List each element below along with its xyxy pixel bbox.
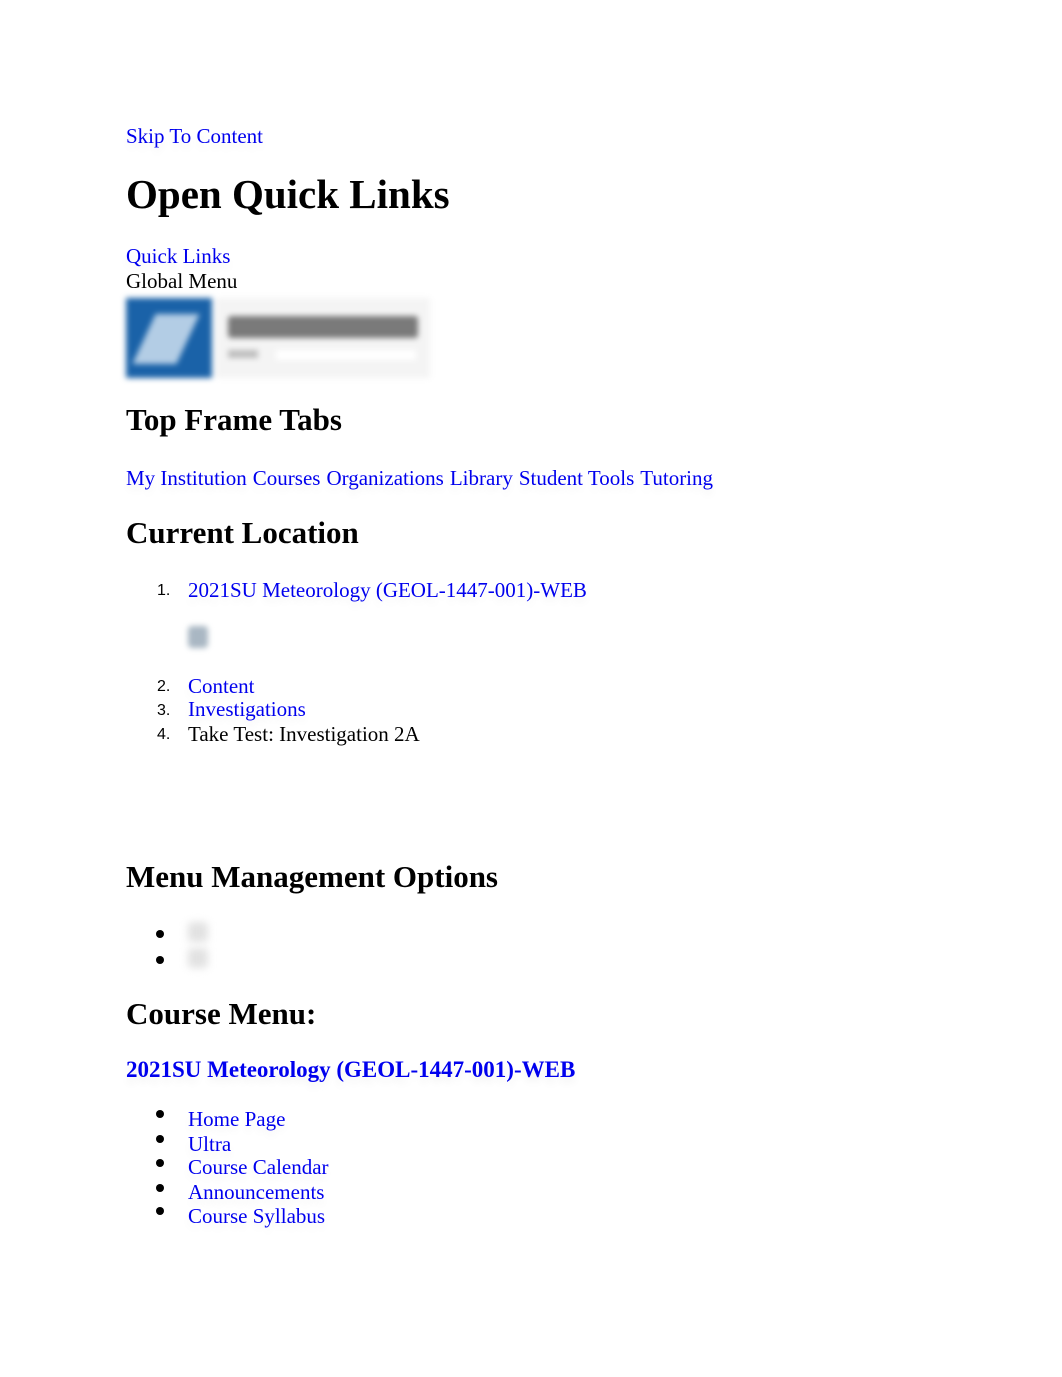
logo-mark [126, 298, 212, 378]
course-menu-item-course-calendar[interactable]: Course Calendar [188, 1155, 329, 1179]
course-menu-item-ultra[interactable]: Ultra [188, 1132, 231, 1156]
bullet [156, 930, 164, 938]
breadcrumb-investigations-link[interactable]: Investigations [188, 697, 306, 721]
logo-text [216, 298, 430, 378]
show-course-menu-icon[interactable] [188, 922, 208, 942]
hide-course-menu-icon[interactable] [188, 948, 208, 968]
breadcrumb-number: 2. [157, 678, 171, 695]
quick-links-heading: Open Quick Links [126, 171, 450, 217]
breadcrumb-current-page: Take Test: Investigation 2A [188, 722, 420, 746]
tab-student-tools[interactable]: Student Tools [519, 466, 634, 490]
bullet [156, 1135, 164, 1143]
course-menu-item-home-page[interactable]: Home Page [188, 1107, 285, 1131]
bullet [156, 1110, 164, 1118]
breadcrumb-number: 3. [157, 702, 171, 719]
breadcrumb-number: 4. [157, 726, 171, 743]
bullet [156, 956, 164, 964]
breadcrumb-course-link[interactable]: 2021SU Meteorology (GEOL-1447-001)-WEB [188, 578, 587, 602]
course-menu-heading: Course Menu: [126, 996, 317, 1031]
tab-organizations[interactable]: Organizations [326, 466, 443, 490]
course-title-link[interactable]: 2021SU Meteorology (GEOL-1447-001)-WEB [126, 1056, 575, 1084]
skip-to-content-link[interactable]: Skip To Content [126, 124, 263, 148]
bullet [156, 1207, 164, 1215]
breadcrumb-number: 1. [157, 582, 171, 599]
current-location-heading: Current Location [126, 515, 359, 550]
global-menu-label: Global Menu [126, 269, 238, 293]
course-menu-item-announcements[interactable]: Announcements [188, 1180, 324, 1204]
tab-courses[interactable]: Courses [253, 466, 321, 490]
blackboard-logo-icon[interactable] [124, 294, 434, 382]
breadcrumb-content-link[interactable]: Content [188, 674, 255, 698]
bullet [156, 1184, 164, 1192]
course-menu-toggle-icon[interactable] [188, 626, 208, 648]
top-frame-tabs-heading: Top Frame Tabs [126, 402, 342, 437]
top-frame-tabs: My Institution Courses Organizations Lib… [126, 466, 713, 490]
menu-management-heading: Menu Management Options [126, 859, 498, 894]
quick-links-link[interactable]: Quick Links [126, 244, 230, 268]
tab-tutoring[interactable]: Tutoring [640, 466, 713, 490]
bullet [156, 1159, 164, 1167]
tab-my-institution[interactable]: My Institution [126, 466, 247, 490]
tab-library[interactable]: Library [450, 466, 513, 490]
course-menu-item-course-syllabus[interactable]: Course Syllabus [188, 1204, 325, 1228]
